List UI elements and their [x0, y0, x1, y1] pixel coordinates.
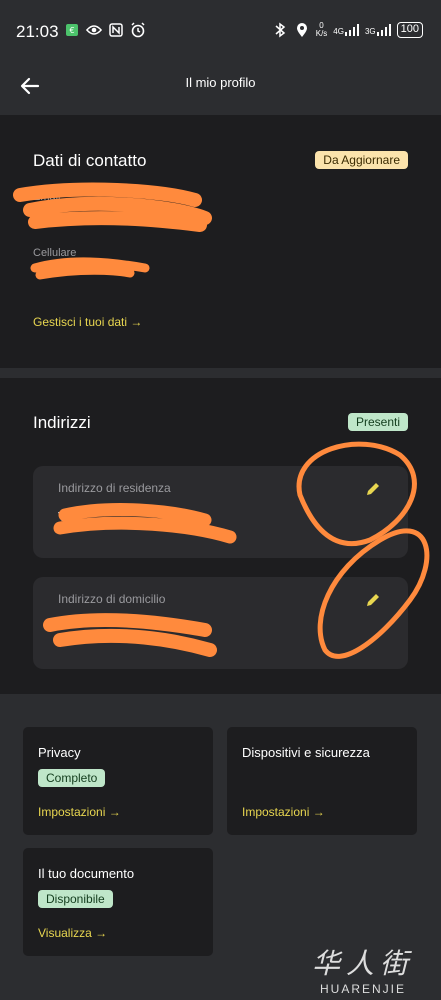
document-tile[interactable]: Il tuo documento Disponibile Visualizza … — [23, 848, 213, 956]
network-speed: 0 K/s — [315, 21, 328, 38]
signal-3g: 3G — [365, 24, 391, 36]
privacy-tile[interactable]: Privacy Completo Impostazioni → — [23, 727, 213, 835]
addresses-title: Indirizzi — [33, 413, 91, 432]
devices-settings-link[interactable]: Impostazioni → — [242, 805, 325, 819]
privacy-title: Privacy — [38, 745, 81, 760]
watermark-en: HUARENJIE — [319, 982, 406, 996]
contact-title: Dati di contatto — [33, 151, 147, 170]
alarm-icon — [130, 22, 146, 38]
edit-pencil-icon[interactable] — [364, 480, 382, 498]
signal-bars-icon — [344, 24, 359, 36]
phone-label: Cellulare — [33, 247, 77, 259]
devices-security-tile[interactable]: Dispositivi e sicurezza Impostazioni → — [227, 727, 417, 835]
network-type-1: 4G — [333, 27, 344, 36]
email-label: Email — [33, 191, 61, 203]
app-bar: Il mio profilo — [0, 64, 441, 114]
page-title: Il mio profilo — [185, 75, 256, 90]
svg-text:€: € — [69, 26, 74, 35]
status-badge-update: Da Aggiornare — [315, 151, 408, 169]
domicile-label: Indirizzo di domicilio — [58, 592, 166, 606]
status-badge-present: Presenti — [347, 413, 408, 431]
residence-address-card[interactable]: Indirizzo di residenza Vi — [33, 466, 408, 558]
residence-label: Indirizzo di residenza — [58, 481, 171, 495]
devices-security-title: Dispositivi e sicurezza — [242, 745, 370, 760]
edit-pencil-icon[interactable] — [364, 591, 382, 609]
nfc-icon — [108, 22, 124, 38]
domicile-address-card[interactable]: Indirizzo di domicilio — [33, 577, 408, 669]
privacy-settings-link[interactable]: Impostazioni → — [38, 805, 121, 819]
status-notifications: € — [64, 22, 146, 38]
contact-section: Dati di contatto Da Aggiornare Email Cel… — [0, 115, 441, 368]
watermark-cn: 华人街 — [311, 947, 414, 980]
app-notification-icon: € — [64, 22, 80, 38]
manage-data-link[interactable]: Gestisci i tuoi dati → — [33, 315, 142, 329]
status-time: 21:03 — [16, 22, 59, 41]
eye-icon — [86, 22, 102, 38]
document-title: Il tuo documento — [38, 866, 135, 881]
signal-bars-icon — [376, 24, 391, 36]
location-icon — [294, 22, 310, 38]
status-badge-complete: Completo — [38, 769, 106, 787]
document-view-link[interactable]: Visualizza → — [38, 926, 107, 940]
battery-icon: 100 — [396, 22, 423, 38]
residence-value: Vi — [58, 509, 70, 524]
bluetooth-icon — [272, 22, 288, 38]
watermark-logo: 华人街 HUARENJIE — [293, 942, 433, 996]
addresses-section: Indirizzi Presenti Indirizzo di residenz… — [0, 378, 441, 694]
network-type-2: 3G — [364, 27, 376, 36]
status-system-icons: 0 K/s 4G 3G 100 — [272, 22, 423, 38]
status-bar: 21:03 € 0 K/s 4G 3G 100 — [0, 0, 441, 64]
status-badge-available: Disponibile — [38, 890, 113, 908]
signal-4g: 4G — [333, 24, 359, 36]
